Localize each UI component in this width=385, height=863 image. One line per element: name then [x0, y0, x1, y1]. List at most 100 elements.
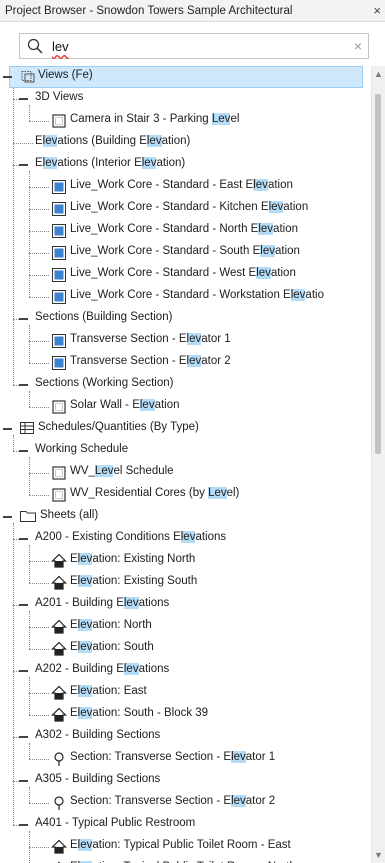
tree-item[interactable]: Elevations (Building Elevation): [0, 132, 371, 154]
collapse-toggle-icon[interactable]: [19, 384, 28, 386]
collapse-toggle-icon[interactable]: [19, 164, 28, 166]
tree-item[interactable]: Elevation: Typical Public Toilet Room - …: [0, 858, 371, 863]
tree-item[interactable]: Elevation: East: [0, 682, 371, 704]
tree-item-label: A302 - Building Sections: [35, 729, 161, 741]
collapse-toggle-icon[interactable]: [19, 450, 28, 452]
title-bar: Project Browser - Snowdon Towers Sample …: [0, 0, 385, 22]
collapse-toggle-icon[interactable]: [3, 516, 12, 518]
tree-item[interactable]: Elevation: Typical Public Toilet Room - …: [0, 836, 371, 858]
tree-item-label: A305 - Building Sections: [35, 773, 161, 785]
tree-item[interactable]: WV_Level Schedule: [0, 462, 371, 484]
view-box-icon: [51, 113, 67, 132]
elevation-marker-icon: [51, 685, 67, 704]
scroll-down-icon[interactable]: ▼: [374, 850, 383, 860]
section-marker-icon: [51, 751, 67, 770]
elevation-marker-icon: [51, 641, 67, 660]
view-blue-icon: [51, 179, 67, 198]
tree-item[interactable]: Schedules/Quantities (By Type): [0, 418, 371, 440]
tree-item-label: Working Schedule: [35, 443, 129, 455]
tree-item[interactable]: Sheets (all): [0, 506, 371, 528]
tree-item-label: Live_Work Core - Standard - South Elevat…: [70, 245, 300, 257]
tree-item[interactable]: Elevation: Existing North: [0, 550, 371, 572]
collapse-toggle-icon[interactable]: [3, 428, 12, 430]
scroll-up-icon[interactable]: ▲: [374, 69, 383, 79]
tree-item-label: Elevation: Typical Public Toilet Room - …: [70, 839, 291, 851]
tree-item[interactable]: Transverse Section - Elevator 1: [0, 330, 371, 352]
tree-item[interactable]: Camera in Stair 3 - Parking Level: [0, 110, 371, 132]
collapse-toggle-icon[interactable]: [19, 824, 28, 826]
tree-item-label: Elevation: South - Block 39: [70, 707, 209, 719]
scrollbar-thumb[interactable]: [375, 94, 381, 454]
tree-item[interactable]: Elevation: North: [0, 616, 371, 638]
tree-item[interactable]: A401 - Typical Public Restroom: [0, 814, 371, 836]
collapse-toggle-icon[interactable]: [19, 98, 28, 100]
tree-item[interactable]: Section: Transverse Section - Elevator 1: [0, 748, 371, 770]
tree-item[interactable]: Working Schedule: [0, 440, 371, 462]
tree-item[interactable]: Section: Transverse Section - Elevator 2: [0, 792, 371, 814]
tree-item[interactable]: A202 - Building Elevations: [0, 660, 371, 682]
search-box[interactable]: lev ×: [19, 33, 369, 59]
tree-item[interactable]: WV_Residential Cores (by Level): [0, 484, 371, 506]
tree-item-label: Sections (Working Section): [35, 377, 174, 389]
tree-item[interactable]: Elevation: South - Block 39: [0, 704, 371, 726]
vertical-scrollbar[interactable]: ▲ ▼: [371, 66, 385, 863]
tree-item-label: Elevations (Interior Elevation): [35, 157, 186, 169]
tree-item-label: Live_Work Core - Standard - East Elevati…: [70, 179, 293, 191]
tree-item-label: Elevation: Existing South: [70, 575, 198, 587]
collapse-toggle-icon[interactable]: [19, 318, 28, 320]
clear-search-icon[interactable]: ×: [354, 38, 362, 54]
tree-item[interactable]: Transverse Section - Elevator 2: [0, 352, 371, 374]
tree-item-label: Elevations (Building Elevation): [35, 135, 191, 147]
tree-item-label: Camera in Stair 3 - Parking Level: [70, 113, 240, 125]
tree-item-label: A202 - Building Elevations: [35, 663, 170, 675]
collapse-toggle-icon[interactable]: [19, 780, 28, 782]
view-blue-icon: [51, 245, 67, 264]
tree-item[interactable]: Live_Work Core - Standard - East Elevati…: [0, 176, 371, 198]
collapse-toggle-icon[interactable]: [19, 604, 28, 606]
sheets-icon: [19, 509, 37, 526]
tree-item-label: 3D Views: [35, 91, 84, 103]
tree-item[interactable]: A200 - Existing Conditions Elevations: [0, 528, 371, 550]
tree-item-label: A200 - Existing Conditions Elevations: [35, 531, 227, 543]
search-input[interactable]: lev: [52, 39, 69, 54]
tree-item-label: Elevation: South: [70, 641, 154, 653]
elevation-marker-icon: [51, 619, 67, 638]
tree-item[interactable]: Elevation: South: [0, 638, 371, 660]
close-icon[interactable]: ×: [373, 3, 381, 18]
tree-item-label: Section: Transverse Section - Elevator 1: [70, 751, 276, 763]
tree-item[interactable]: A201 - Building Elevations: [0, 594, 371, 616]
tree-item[interactable]: Live_Work Core - Standard - South Elevat…: [0, 242, 371, 264]
tree-item-label: Elevation: Existing North: [70, 553, 196, 565]
tree-item[interactable]: Live_Work Core - Standard - Workstation …: [0, 286, 371, 308]
tree-item-label: Sections (Building Section): [35, 311, 173, 323]
tree-item-label: Elevation: East: [70, 685, 147, 697]
view-blue-icon: [51, 267, 67, 286]
tree-item[interactable]: Elevation: Existing South: [0, 572, 371, 594]
tree-item-label: A201 - Building Elevations: [35, 597, 170, 609]
tree-item-label: Elevation: North: [70, 619, 152, 631]
collapse-toggle-icon[interactable]: [19, 736, 28, 738]
elevation-marker-icon: [51, 575, 67, 594]
tree-item[interactable]: Elevations (Interior Elevation): [0, 154, 371, 176]
tree-item[interactable]: Live_Work Core - Standard - Kitchen Elev…: [0, 198, 371, 220]
tree-item-label: Live_Work Core - Standard - West Elevati…: [70, 267, 296, 279]
view-box-icon: [51, 465, 67, 484]
tree-item-label: Schedules/Quantities (By Type): [38, 421, 199, 433]
tree-item-label: WV_Residential Cores (by Level): [70, 487, 240, 499]
tree-item-label: Solar Wall - Elevation: [70, 399, 180, 411]
collapse-toggle-icon[interactable]: [3, 76, 12, 78]
tree-item[interactable]: 3D Views: [0, 88, 371, 110]
collapse-toggle-icon[interactable]: [19, 670, 28, 672]
project-browser-tree[interactable]: Views (Fe) 3D Views Camera in Stair 3 - Pa…: [0, 66, 371, 863]
tree-item-label: Views (Fe): [38, 69, 93, 81]
tree-item[interactable]: Sections (Working Section): [0, 374, 371, 396]
view-blue-icon: [51, 289, 67, 308]
tree-item[interactable]: Solar Wall - Elevation: [0, 396, 371, 418]
tree-item[interactable]: A305 - Building Sections: [0, 770, 371, 792]
tree-item[interactable]: Live_Work Core - Standard - West Elevati…: [0, 264, 371, 286]
tree-item[interactable]: A302 - Building Sections: [0, 726, 371, 748]
collapse-toggle-icon[interactable]: [19, 538, 28, 540]
tree-item[interactable]: Views (Fe): [0, 66, 371, 88]
tree-item[interactable]: Sections (Building Section): [0, 308, 371, 330]
tree-item[interactable]: Live_Work Core - Standard - North Elevat…: [0, 220, 371, 242]
